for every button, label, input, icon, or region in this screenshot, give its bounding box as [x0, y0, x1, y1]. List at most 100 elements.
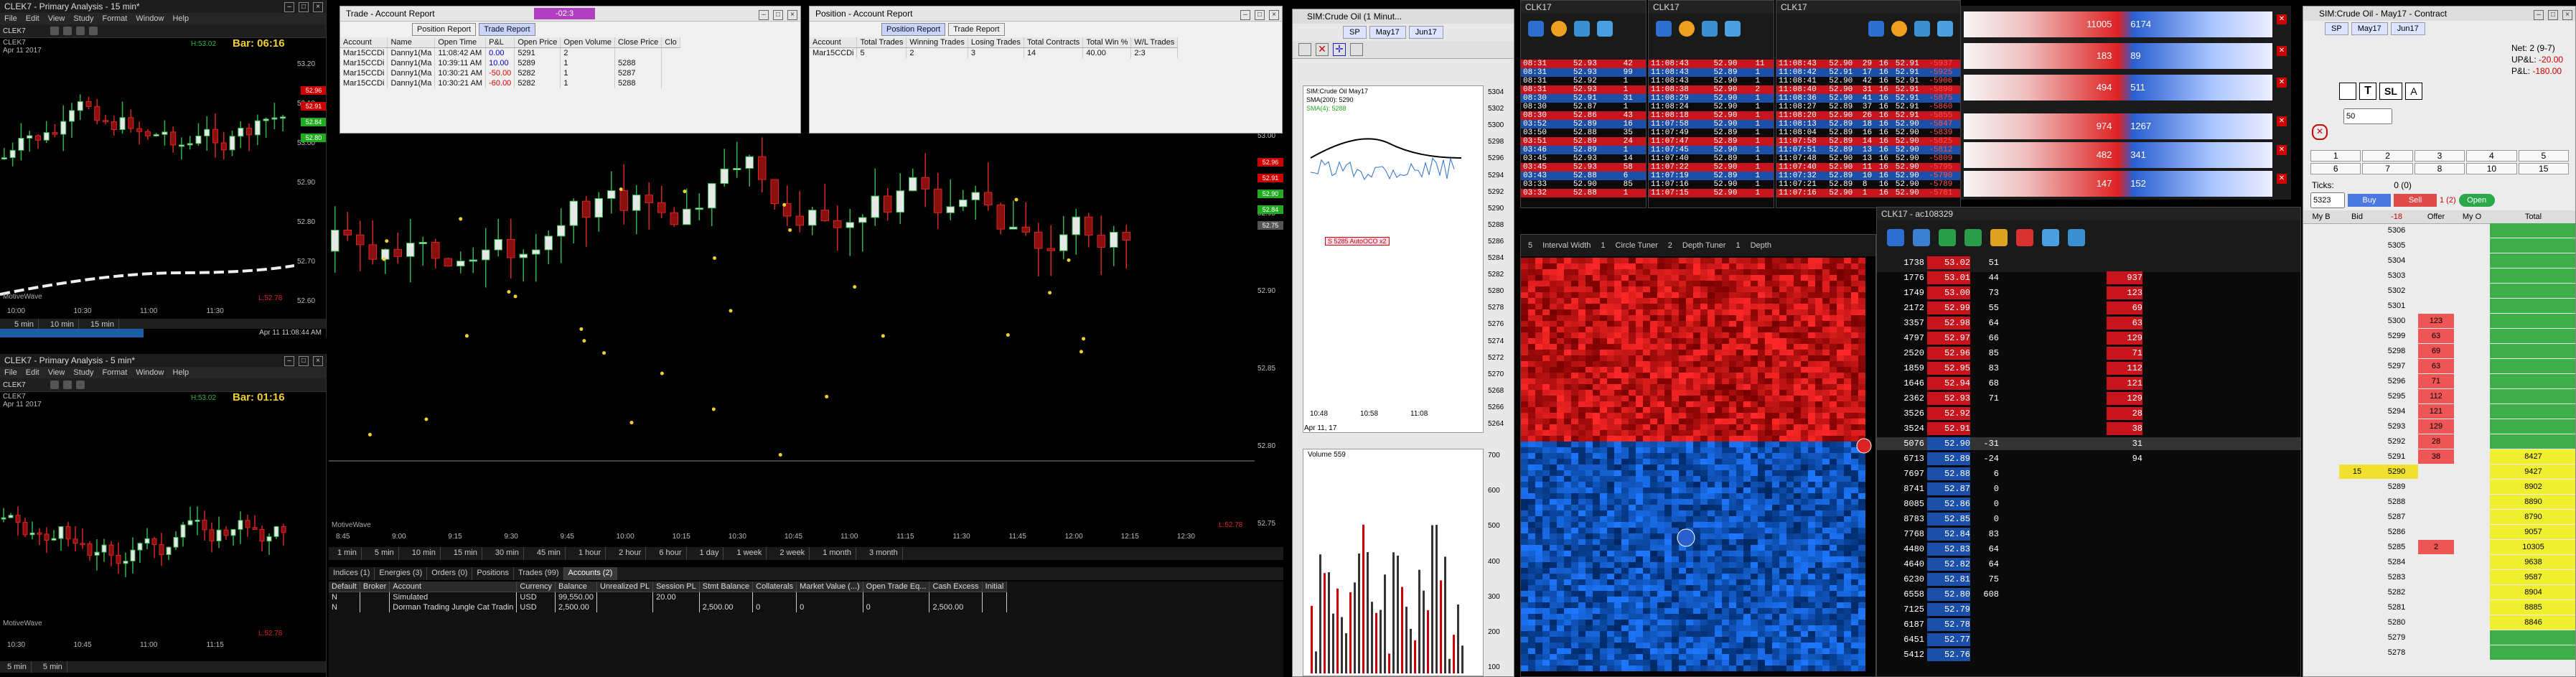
- bid-cell[interactable]: [2339, 238, 2375, 253]
- contract-ladder-row[interactable]: 5298 69: [2303, 344, 2575, 358]
- offer-cell[interactable]: [2418, 570, 2454, 584]
- my-bid-cell[interactable]: [2303, 253, 2339, 268]
- my-offer-cell[interactable]: [2454, 223, 2490, 238]
- ladder-row[interactable]: 5412 52.76: [1877, 648, 2300, 661]
- my-offer-cell[interactable]: [2454, 645, 2490, 660]
- table-row[interactable]: Mar15CCDi Danny1(Ma 10:30:21 AM -60.00 5282 1…: [340, 78, 680, 88]
- contract-ladder-row[interactable]: 5282 8904: [2303, 585, 2575, 599]
- wrench-icon[interactable]: [1725, 21, 1741, 37]
- ladder-row[interactable]: 8783 52.85 0: [1877, 513, 2300, 526]
- column-header[interactable]: Open Price: [514, 37, 561, 48]
- ladder-row[interactable]: 1749 53.00 73 123: [1877, 286, 2300, 299]
- offer-cell[interactable]: [2418, 299, 2454, 313]
- save-icon[interactable]: [1939, 229, 1956, 246]
- globe-icon[interactable]: [1891, 21, 1907, 37]
- my-offer-cell[interactable]: [2454, 284, 2490, 298]
- offer-cell[interactable]: [2418, 555, 2454, 569]
- link-icon[interactable]: [1574, 21, 1590, 37]
- report-tab[interactable]: Trade Report: [479, 23, 535, 36]
- qty-button[interactable]: 1: [2310, 150, 2361, 162]
- ladder-row[interactable]: 3524 52.91 38: [1877, 422, 2300, 435]
- contract-ladder-row[interactable]: 5297 63: [2303, 359, 2575, 373]
- menu-item[interactable]: Help: [172, 13, 189, 24]
- column-header[interactable]: Losing Trades: [968, 37, 1024, 48]
- column-header[interactable]: Currency: [516, 582, 556, 592]
- menu-item[interactable]: View: [48, 367, 65, 378]
- column-header[interactable]: Initial: [982, 582, 1008, 592]
- link-icon[interactable]: [1914, 21, 1930, 37]
- qty-button[interactable]: 6: [2310, 163, 2361, 174]
- maximize-icon[interactable]: □: [299, 356, 309, 366]
- column-header[interactable]: Name: [387, 37, 436, 48]
- column-header[interactable]: Close Price: [614, 37, 662, 48]
- column-header[interactable]: Open Trade Eq...: [863, 582, 930, 592]
- minimize-icon[interactable]: –: [1240, 10, 1250, 20]
- my-offer-cell[interactable]: [2454, 434, 2490, 449]
- bid-cell[interactable]: [2339, 374, 2375, 388]
- qty-button[interactable]: 10: [2466, 163, 2517, 174]
- table-row[interactable]: N Dorman Trading Jungle Cat Tradin USD 2,50…: [329, 602, 1008, 612]
- my-offer-cell[interactable]: [2454, 464, 2490, 479]
- bid-cell[interactable]: [2339, 329, 2375, 343]
- sell-button[interactable]: Sell: [2394, 194, 2437, 207]
- stop-loss-icon[interactable]: SL: [2379, 83, 2402, 100]
- offer-cell[interactable]: 28: [2418, 434, 2454, 449]
- column-header[interactable]: Balance: [555, 582, 597, 592]
- my-bid-cell[interactable]: [2303, 344, 2339, 358]
- contract-ladder-row[interactable]: 15 5290 9427: [2303, 464, 2575, 479]
- tab-item[interactable]: 45 min: [533, 547, 566, 560]
- offer-cell[interactable]: [2418, 525, 2454, 539]
- column-header[interactable]: Session PL: [652, 582, 700, 592]
- ladder-row[interactable]: 2520 52.96 85 71: [1877, 347, 2300, 360]
- contract-ladder-row[interactable]: 5301: [2303, 299, 2575, 313]
- pressure-close-button[interactable]: ✕: [2277, 145, 2287, 155]
- minimize-icon[interactable]: –: [284, 2, 294, 12]
- my-offer-cell[interactable]: [2454, 570, 2490, 584]
- qty-button[interactable]: 7: [2362, 163, 2413, 174]
- column-header[interactable]: Cash Excess: [929, 582, 983, 592]
- ladder-row[interactable]: 1859 52.95 83 112: [1877, 362, 2300, 375]
- offer-cell[interactable]: 63: [2418, 359, 2454, 373]
- heatmap-toolbar-item[interactable]: 5: [1528, 241, 1532, 250]
- offer-cell[interactable]: [2418, 253, 2454, 268]
- menu-item[interactable]: Study: [73, 13, 93, 24]
- minimize-icon[interactable]: –: [284, 356, 294, 366]
- column-header[interactable]: Broker: [360, 582, 390, 592]
- close-icon[interactable]: ×: [2562, 10, 2572, 20]
- contract-ladder-row[interactable]: 5286 9057: [2303, 525, 2575, 539]
- heatmap-toolbar-item[interactable]: 1: [1736, 241, 1740, 250]
- column-header[interactable]: Open Volume: [560, 37, 615, 48]
- column-header[interactable]: Account: [810, 37, 858, 48]
- tab-item[interactable]: 5 min: [3, 661, 32, 673]
- my-bid-cell[interactable]: [2303, 269, 2339, 283]
- menu-item[interactable]: File: [4, 367, 17, 378]
- offer-cell[interactable]: 112: [2418, 389, 2454, 403]
- ladder-row[interactable]: 4797 52.97 66 129: [1877, 332, 2300, 345]
- cancel-icon[interactable]: ✕: [1316, 43, 1329, 56]
- column-header[interactable]: Open Time: [434, 37, 487, 48]
- contract-ladder-row[interactable]: 5295 112: [2303, 389, 2575, 403]
- offer-cell[interactable]: 121: [2418, 404, 2454, 419]
- wrench-icon[interactable]: [2042, 229, 2059, 246]
- contract-chip[interactable]: SP: [2325, 22, 2348, 35]
- bid-cell[interactable]: [2339, 434, 2375, 449]
- contract-ladder-row[interactable]: 5287 8790: [2303, 510, 2575, 524]
- ladder-row[interactable]: 7697 52.88 6: [1877, 467, 2300, 480]
- contract-ladder-row[interactable]: 5288 8890: [2303, 495, 2575, 509]
- my-bid-cell[interactable]: [2303, 374, 2339, 388]
- column-header[interactable]: Market Value (...): [796, 582, 863, 592]
- link-icon[interactable]: [1702, 21, 1718, 37]
- ladder-row[interactable]: 4640 52.82 64: [1877, 558, 2300, 571]
- pressure-close-button[interactable]: ✕: [2277, 46, 2287, 56]
- contract-chip[interactable]: Jun17: [2390, 22, 2425, 35]
- tab-item[interactable]: 2 hour: [614, 547, 647, 560]
- bid-cell[interactable]: [2339, 299, 2375, 313]
- table-row[interactable]: Mar15CCDi 5 2 3 14 40.00 2:3: [810, 47, 1179, 58]
- cancel-circle-icon[interactable]: ✕: [2312, 124, 2328, 140]
- my-offer-cell[interactable]: [2454, 540, 2490, 554]
- qty-button[interactable]: 15: [2518, 163, 2569, 174]
- my-bid-cell[interactable]: [2303, 555, 2339, 569]
- qty-input[interactable]: [2343, 108, 2392, 124]
- report-tab[interactable]: Trade Report: [948, 23, 1005, 36]
- tab-item[interactable]: Orders (0): [427, 567, 473, 580]
